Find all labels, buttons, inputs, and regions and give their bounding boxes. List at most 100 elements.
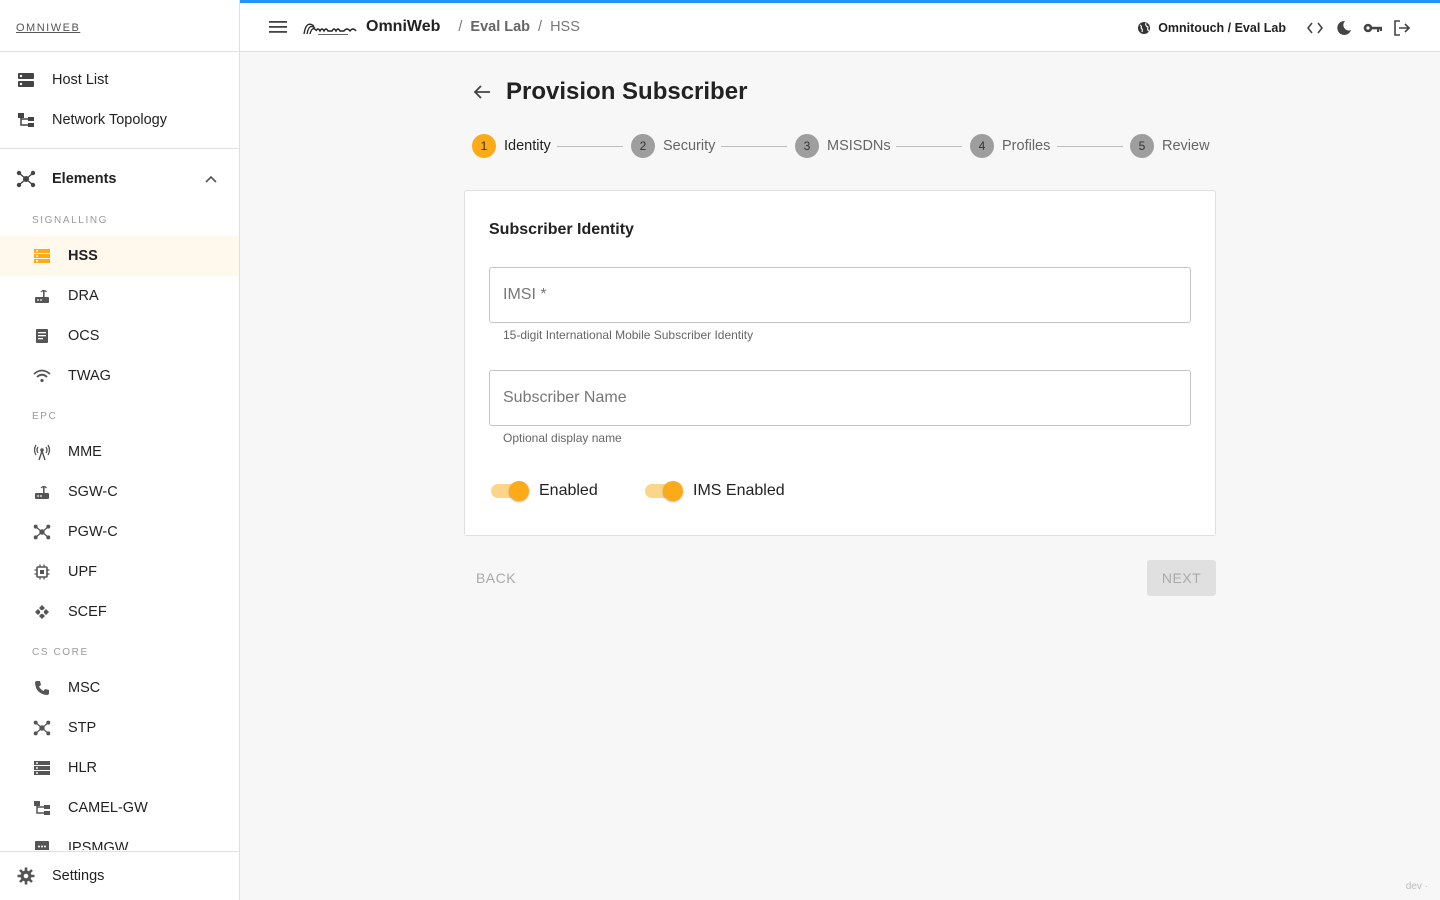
sidebar-item-label: HSS xyxy=(68,248,98,264)
step-identity[interactable]: 1 Identity xyxy=(472,134,551,158)
toggle-thumb[interactable] xyxy=(509,481,529,501)
router-icon xyxy=(32,482,52,502)
nav-item-network-topology[interactable]: Network Topology xyxy=(0,100,239,140)
router-icon xyxy=(32,286,52,306)
breadcrumb-hss: HSS xyxy=(550,19,580,35)
sidebar-item-sgw-c[interactable]: SGW-C xyxy=(0,472,239,512)
toggle-track[interactable] xyxy=(645,481,683,501)
nav-label: Network Topology xyxy=(52,112,167,128)
env-label: dev · xyxy=(1405,881,1428,892)
step-number: 4 xyxy=(970,134,994,158)
menu-icon[interactable] xyxy=(266,15,290,39)
toggle-label: IMS Enabled xyxy=(693,482,785,499)
next-button[interactable]: NEXT xyxy=(1147,560,1216,596)
hub-icon xyxy=(16,169,36,189)
sidebar-item-mme[interactable]: MME xyxy=(0,432,239,472)
wifi-icon xyxy=(32,366,52,386)
toggle-track[interactable] xyxy=(491,481,529,501)
enabled-toggle[interactable]: Enabled xyxy=(491,481,598,501)
step-number: 5 xyxy=(1130,134,1154,158)
hub-icon xyxy=(32,522,52,542)
sidebar-item-hlr[interactable]: HLR xyxy=(0,748,239,788)
step-number: 3 xyxy=(795,134,819,158)
breadcrumb-sep: / xyxy=(458,19,463,35)
name-helper-text: Optional display name xyxy=(503,431,622,445)
step-connector xyxy=(896,146,962,147)
subscriber-name-input[interactable] xyxy=(490,371,1190,425)
app-name: OmniWeb xyxy=(366,18,441,35)
ims-enabled-toggle[interactable]: IMS Enabled xyxy=(645,481,785,501)
divider xyxy=(0,148,239,149)
step-number: 2 xyxy=(631,134,655,158)
breadcrumb-eval-lab[interactable]: Eval Lab xyxy=(470,19,530,35)
sidebar-item-label: IPSMGW xyxy=(68,840,129,850)
sidebar-item-dra[interactable]: DRA xyxy=(0,276,239,316)
topology-icon xyxy=(32,798,52,818)
sidebar-item-ocs[interactable]: OCS xyxy=(0,316,239,356)
imsi-field[interactable] xyxy=(489,267,1191,323)
sidebar-item-label: HLR xyxy=(68,760,98,776)
tenant-label: Omnitouch / Eval Lab xyxy=(1158,20,1286,35)
sidebar-item-label: OCS xyxy=(68,328,100,344)
page-title: Provision Subscriber xyxy=(506,78,748,105)
nav-top: Host List Network Topology xyxy=(0,52,239,140)
stepper: 1 Identity 2 Security 3 MSISDNs 4 Profil… xyxy=(472,134,1212,158)
dark-mode-icon[interactable] xyxy=(1334,18,1354,38)
settings-nav-item[interactable]: Settings xyxy=(0,851,239,900)
step-number: 1 xyxy=(472,134,496,158)
toggle-thumb[interactable] xyxy=(663,481,683,501)
sidebar-item-upf[interactable]: UPF xyxy=(0,552,239,592)
step-label: Profiles xyxy=(1002,138,1051,154)
section-label-cs-core: CS CORE xyxy=(32,647,89,658)
storage-icon xyxy=(32,246,52,266)
tenant-selector[interactable]: Omnitouch / Eval Lab xyxy=(1137,21,1286,35)
sidebar-item-label: MME xyxy=(68,444,102,460)
section-label-epc: EPC xyxy=(32,411,58,422)
antenna-icon xyxy=(32,442,52,462)
settings-label: Settings xyxy=(52,868,105,884)
api-icon xyxy=(32,602,52,622)
key-icon[interactable] xyxy=(1363,18,1383,38)
group-label: Elements xyxy=(52,171,117,187)
step-msisdns[interactable]: 3 MSISDNs xyxy=(795,134,891,158)
elements-list[interactable]: SIGNALLING HSS DRA OCS TWAG EPC MME SGW-… xyxy=(0,200,239,850)
step-label: MSISDNs xyxy=(827,138,891,154)
back-button[interactable]: BACK xyxy=(464,560,528,596)
step-label: Identity xyxy=(504,138,551,154)
step-connector xyxy=(721,146,787,147)
sidebar-item-pgw-c[interactable]: PGW-C xyxy=(0,512,239,552)
code-icon[interactable] xyxy=(1305,18,1325,38)
nav-item-host-list[interactable]: Host List xyxy=(0,60,239,100)
globe-icon xyxy=(1137,21,1151,35)
page-header: Provision Subscriber xyxy=(470,78,747,106)
sidebar-item-label: CAMEL-GW xyxy=(68,800,148,816)
server-icon xyxy=(16,70,36,90)
step-connector xyxy=(557,146,623,147)
sidebar-item-stp[interactable]: STP xyxy=(0,708,239,748)
sidebar-item-label: DRA xyxy=(68,288,99,304)
sms-icon xyxy=(32,838,52,850)
logout-icon[interactable] xyxy=(1392,18,1412,38)
sidebar-item-camel-gw[interactable]: CAMEL-GW xyxy=(0,788,239,828)
section-label-signalling: SIGNALLING xyxy=(32,215,109,226)
sidebar-item-scef[interactable]: SCEF xyxy=(0,592,239,632)
sidebar-item-ipsmgw[interactable]: IPSMGW xyxy=(0,828,239,850)
sidebar-item-label: SGW-C xyxy=(68,484,118,500)
topbar: OmniWeb / Eval Lab / HSS Omnitouch / Eva… xyxy=(240,0,1440,52)
imsi-input[interactable] xyxy=(490,268,1190,322)
sidebar-item-label: UPF xyxy=(68,564,97,580)
brand-link[interactable]: OMNIWEB xyxy=(16,22,80,34)
back-arrow-icon[interactable] xyxy=(470,80,494,104)
step-security[interactable]: 2 Security xyxy=(631,134,715,158)
step-label: Review xyxy=(1162,138,1210,154)
subscriber-name-field[interactable] xyxy=(489,370,1191,426)
sidebar-item-msc[interactable]: MSC xyxy=(0,668,239,708)
sidebar-item-label: STP xyxy=(68,720,97,736)
chip-icon xyxy=(32,562,52,582)
step-label: Security xyxy=(663,138,716,154)
step-review[interactable]: 5 Review xyxy=(1130,134,1210,158)
elements-group-toggle[interactable]: Elements xyxy=(0,157,239,201)
step-profiles[interactable]: 4 Profiles xyxy=(970,134,1050,158)
sidebar-item-twag[interactable]: TWAG xyxy=(0,356,239,396)
sidebar-item-hss[interactable]: HSS xyxy=(0,236,239,276)
